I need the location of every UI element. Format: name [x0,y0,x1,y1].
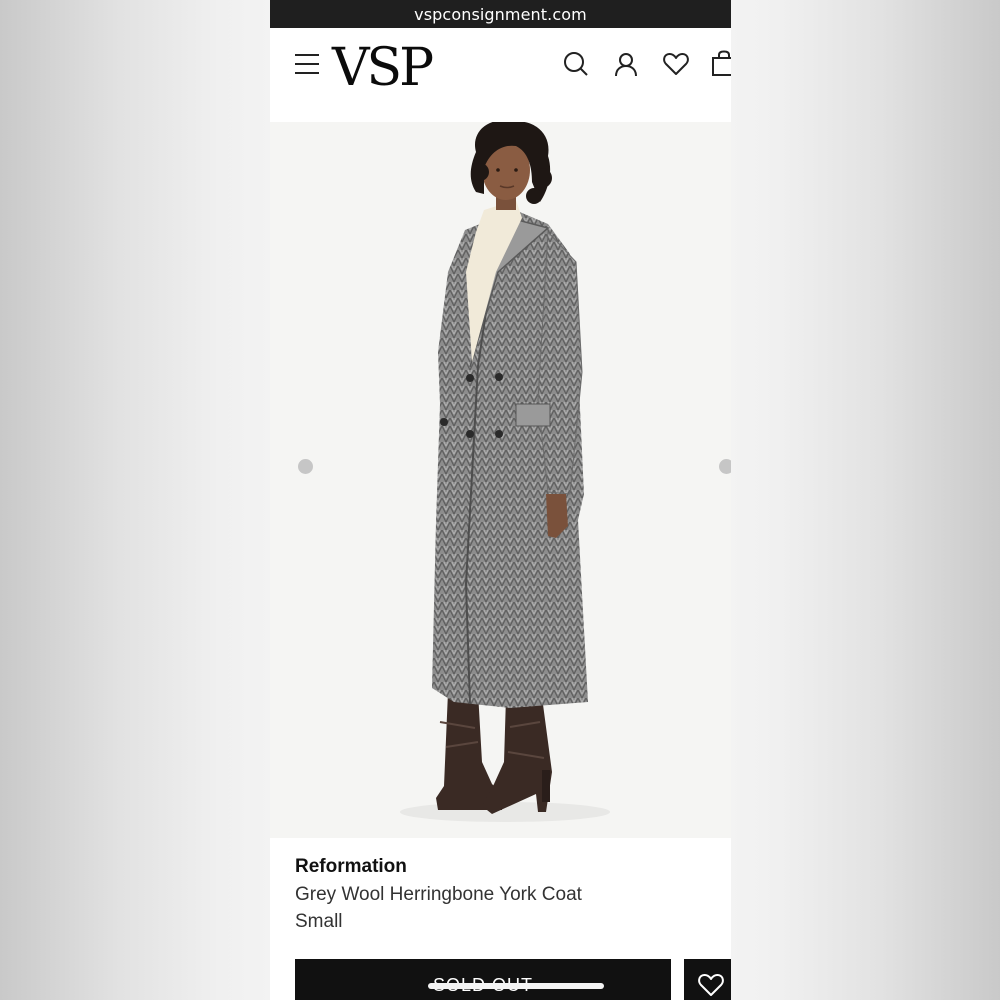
product-name: Grey Wool Herringbone York Coat [295,884,582,905]
product-brand[interactable]: Reformation [295,856,715,884]
account-icon[interactable] [612,50,640,78]
heart-outline-icon [698,973,724,996]
product-image[interactable] [270,122,731,838]
product-info: Reformation Grey Wool Herringbone York C… [295,856,715,938]
browser-url-bar[interactable]: vspconsignment.com [270,0,731,28]
site-logo[interactable]: VSP [332,42,434,94]
model-illustration [400,122,610,822]
site-header: VSP [270,28,731,122]
carousel-prev-dot[interactable] [298,459,313,474]
sold-out-button[interactable]: SOLD OUT [295,959,671,1000]
carousel-next-dot[interactable] [719,459,731,474]
heart-icon[interactable] [662,50,690,78]
phone-screen: vspconsignment.com VSP Reformation Grey … [270,0,731,1000]
product-size: Small [295,911,343,932]
bag-icon[interactable] [711,50,731,78]
url-text: vspconsignment.com [414,4,587,24]
add-to-wishlist-button[interactable] [682,959,731,1000]
search-icon[interactable] [562,50,590,78]
home-indicator[interactable] [428,983,604,989]
menu-icon[interactable] [295,52,319,76]
